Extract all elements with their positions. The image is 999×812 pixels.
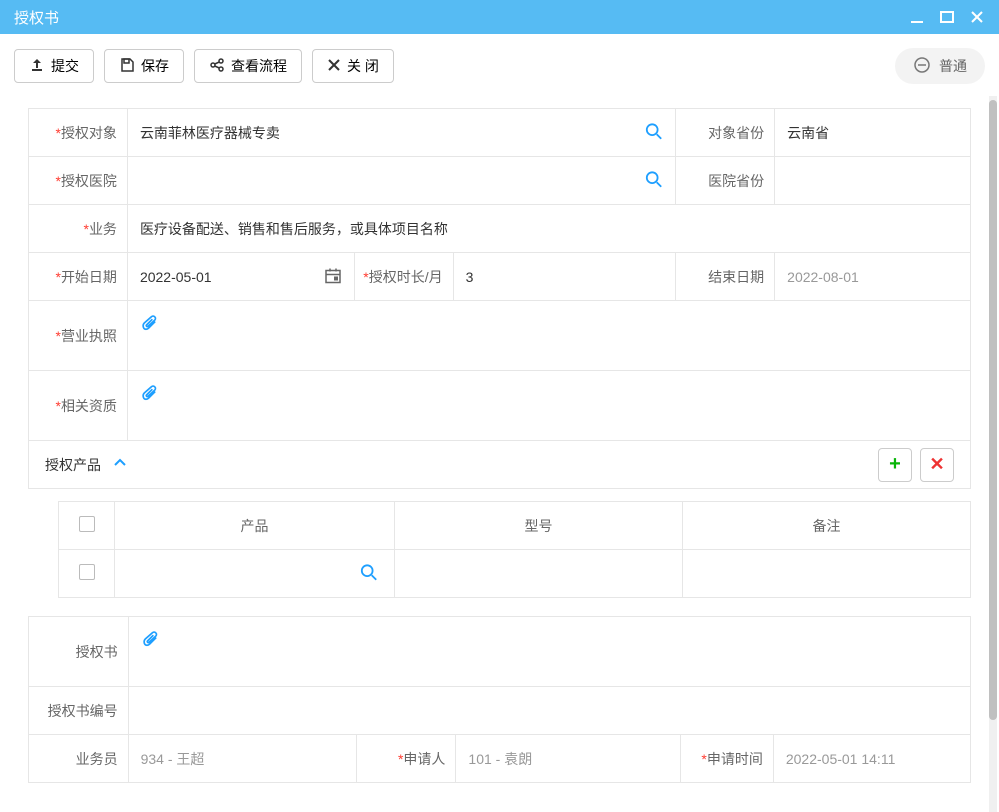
auth-hospital-label: *授权医院 bbox=[29, 157, 128, 205]
auth-target-label: *授权对象 bbox=[29, 109, 128, 157]
hospital-province-label: 医院省份 bbox=[676, 157, 775, 205]
mode-badge[interactable]: 普通 bbox=[895, 48, 985, 84]
view-flow-button[interactable]: 查看流程 bbox=[194, 49, 302, 83]
auth-doc-label: 授权书 bbox=[29, 617, 129, 687]
apply-time-field: 2022-05-01 14:11 bbox=[773, 735, 970, 783]
form-table-top: *授权对象 云南菲林医疗器械专卖 对象省份 云南省 *授权医院 医院省份 *业务… bbox=[28, 108, 971, 441]
share-icon bbox=[209, 57, 225, 76]
form-table-bottom: 授权书 授权书编号 业务员 934 - 王超 *申请人 101 - 袁朗 *申请… bbox=[28, 616, 971, 783]
delete-product-button[interactable]: ✕ bbox=[920, 448, 954, 482]
end-date-label: 结束日期 bbox=[676, 253, 775, 301]
salesperson-label: 业务员 bbox=[29, 735, 129, 783]
product-cell[interactable] bbox=[115, 550, 395, 598]
remark-header: 备注 bbox=[683, 502, 971, 550]
close-button[interactable]: 关 闭 bbox=[312, 49, 394, 83]
maximize-icon[interactable] bbox=[939, 8, 955, 26]
start-date-field[interactable]: 2022-05-01 bbox=[127, 253, 354, 301]
license-field[interactable] bbox=[127, 301, 970, 371]
mode-icon bbox=[913, 56, 931, 77]
end-date-field: 2022-08-01 bbox=[775, 253, 971, 301]
attachment-icon[interactable] bbox=[140, 319, 159, 335]
table-row bbox=[59, 550, 971, 598]
checkbox-header[interactable] bbox=[59, 502, 115, 550]
chevron-up-icon[interactable] bbox=[113, 456, 127, 473]
auth-months-field[interactable]: 3 bbox=[453, 253, 676, 301]
calendar-icon[interactable] bbox=[324, 266, 342, 287]
title-bar: 授权书 bbox=[0, 0, 999, 34]
row-checkbox[interactable] bbox=[59, 550, 115, 598]
toolbar: 提交 保存 查看流程 关 闭 普通 bbox=[0, 34, 999, 98]
applicant-field: 101 - 袁朗 bbox=[456, 735, 680, 783]
save-icon bbox=[119, 57, 135, 76]
upload-icon bbox=[29, 57, 45, 76]
qualification-field[interactable] bbox=[127, 371, 970, 441]
applicant-label: *申请人 bbox=[356, 735, 456, 783]
business-label: *业务 bbox=[29, 205, 128, 253]
scrollbar-thumb[interactable] bbox=[989, 100, 997, 720]
search-icon[interactable] bbox=[360, 563, 378, 584]
add-product-button[interactable]: + bbox=[878, 448, 912, 482]
product-table: 产品 型号 备注 bbox=[58, 501, 971, 598]
hospital-province-field[interactable] bbox=[775, 157, 971, 205]
table-header-row: 产品 型号 备注 bbox=[59, 502, 971, 550]
auth-doc-no-field[interactable] bbox=[128, 687, 970, 735]
model-cell[interactable] bbox=[395, 550, 683, 598]
auth-months-label: *授权时长/月 bbox=[354, 253, 453, 301]
target-province-field[interactable]: 云南省 bbox=[775, 109, 971, 157]
start-date-label: *开始日期 bbox=[29, 253, 128, 301]
submit-button[interactable]: 提交 bbox=[14, 49, 94, 83]
product-section-header: 授权产品 + ✕ bbox=[28, 441, 971, 489]
auth-target-field[interactable]: 云南菲林医疗器械专卖 bbox=[127, 109, 675, 157]
window-controls bbox=[909, 8, 985, 26]
model-header: 型号 bbox=[395, 502, 683, 550]
save-button[interactable]: 保存 bbox=[104, 49, 184, 83]
product-header: 产品 bbox=[115, 502, 395, 550]
auth-doc-field[interactable] bbox=[128, 617, 970, 687]
content-area: *授权对象 云南菲林医疗器械专卖 对象省份 云南省 *授权医院 医院省份 *业务… bbox=[0, 96, 999, 812]
window-title: 授权书 bbox=[14, 7, 59, 28]
business-field[interactable]: 医疗设备配送、销售和售后服务，或具体项目名称 bbox=[127, 205, 970, 253]
product-section-title: 授权产品 bbox=[45, 455, 101, 475]
remark-cell[interactable] bbox=[683, 550, 971, 598]
close-icon bbox=[327, 58, 341, 75]
salesperson-field: 934 - 王超 bbox=[128, 735, 356, 783]
target-province-label: 对象省份 bbox=[676, 109, 775, 157]
auth-doc-no-label: 授权书编号 bbox=[29, 687, 129, 735]
apply-time-label: *申请时间 bbox=[680, 735, 773, 783]
search-icon[interactable] bbox=[645, 122, 663, 143]
attachment-icon[interactable] bbox=[141, 635, 160, 651]
close-window-icon[interactable] bbox=[969, 8, 985, 26]
search-icon[interactable] bbox=[645, 170, 663, 191]
attachment-icon[interactable] bbox=[140, 389, 159, 405]
license-label: *营业执照 bbox=[29, 301, 128, 371]
qualification-label: *相关资质 bbox=[29, 371, 128, 441]
auth-hospital-field[interactable] bbox=[127, 157, 675, 205]
minimize-icon[interactable] bbox=[909, 8, 925, 26]
